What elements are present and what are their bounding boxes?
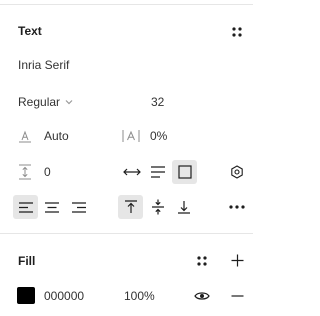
fill-hex-input[interactable]: 000000 <box>44 289 84 303</box>
fill-opacity-input[interactable]: 100% <box>124 289 155 303</box>
fill-color-swatch[interactable] <box>17 287 35 304</box>
section-divider <box>0 233 253 234</box>
align-left-icon[interactable] <box>13 195 38 219</box>
auto-width-icon[interactable] <box>121 161 143 183</box>
text-section-title: Text <box>18 24 42 38</box>
align-center-icon[interactable] <box>41 195 63 219</box>
fill-section-title: Fill <box>18 254 36 268</box>
paragraph-spacing-icon <box>16 162 34 182</box>
more-options-icon[interactable] <box>227 197 247 217</box>
fixed-size-icon[interactable] <box>172 160 197 184</box>
auto-height-icon[interactable] <box>147 161 169 183</box>
text-settings-icon[interactable] <box>228 162 246 182</box>
font-weight-value: Regular <box>18 95 61 109</box>
align-middle-icon[interactable] <box>147 195 169 219</box>
align-right-icon[interactable] <box>68 195 90 219</box>
fill-styles-grid-icon[interactable] <box>193 252 211 270</box>
align-bottom-icon[interactable] <box>173 195 195 219</box>
remove-fill-icon[interactable] <box>228 287 246 305</box>
top-divider <box>0 4 253 5</box>
eye-icon[interactable] <box>192 287 212 305</box>
paragraph-spacing-input[interactable]: 0 <box>44 165 51 179</box>
chevron-down-icon <box>65 99 73 105</box>
font-family-select[interactable]: Inria Serif <box>18 58 69 72</box>
font-size-input[interactable]: 32 <box>151 95 164 109</box>
text-styles-grid-icon[interactable] <box>228 23 246 41</box>
align-top-icon[interactable] <box>118 195 143 219</box>
font-weight-select[interactable]: Regular <box>18 95 73 109</box>
letter-spacing-input[interactable]: 0% <box>150 129 167 143</box>
add-fill-icon[interactable] <box>228 251 246 269</box>
letter-spacing-icon <box>120 127 142 145</box>
line-height-icon <box>16 127 34 145</box>
line-height-input[interactable]: Auto <box>44 129 69 143</box>
